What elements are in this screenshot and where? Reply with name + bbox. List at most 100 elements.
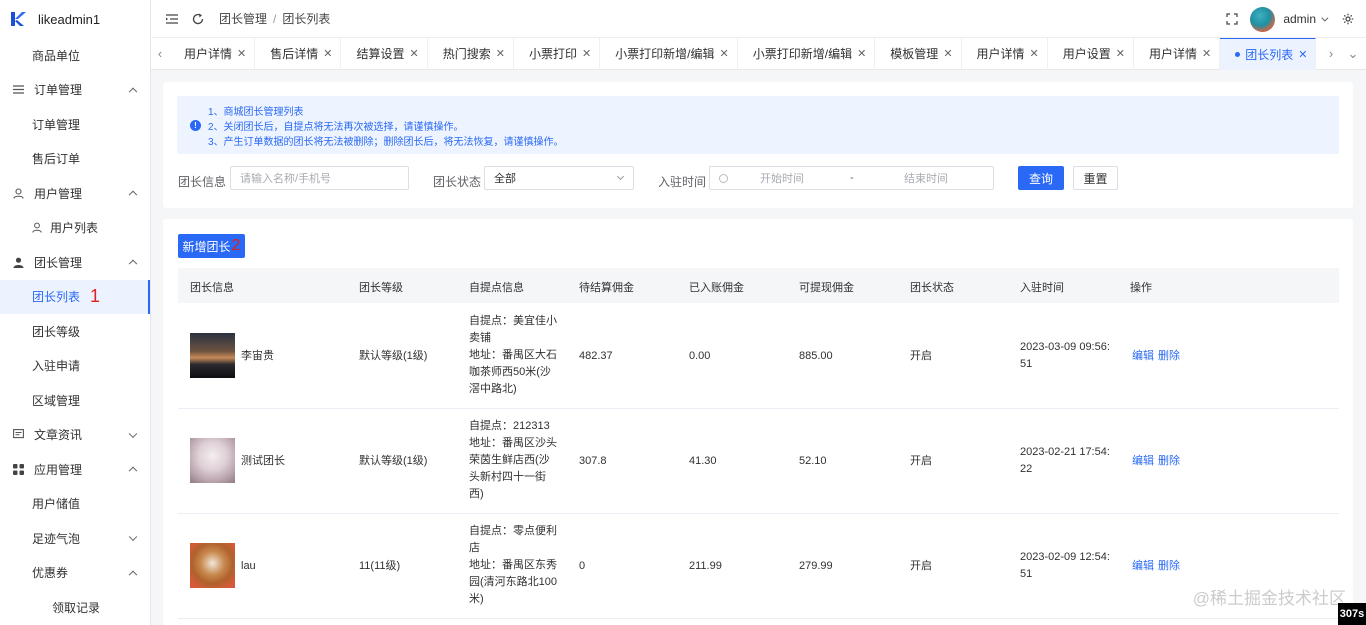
tab[interactable]: 小票打印新增/编辑 ✕ [738, 37, 876, 70]
close-icon[interactable]: ✕ [857, 47, 866, 60]
delete-link[interactable]: 删除 [1158, 558, 1180, 574]
tab[interactable]: 团长列表 ✕ [1220, 37, 1317, 70]
tab-label: 小票打印新增/编辑 [752, 47, 853, 61]
sidebar-item[interactable]: 订单管理 [0, 73, 150, 108]
sidebar-item[interactable]: 足迹气泡 [0, 521, 150, 556]
collapse-menu-icon[interactable] [165, 12, 179, 26]
sidebar-item-label: 用户管理 [34, 186, 83, 201]
close-icon[interactable]: ✕ [323, 47, 332, 60]
leader-status-select[interactable]: 全部 [484, 166, 634, 190]
date-start[interactable]: 开始时间 [760, 170, 804, 186]
pickup-info-line: 头新村四十一街 [469, 471, 546, 483]
close-icon[interactable]: ✕ [1202, 47, 1211, 60]
chevron-up-icon [128, 466, 138, 476]
withdrawable-commission: 52.10 [799, 455, 827, 467]
pickup-info-line: 米) [469, 593, 484, 605]
refresh-icon[interactable] [191, 12, 205, 26]
tabs-menu-chevron-icon[interactable]: ⌄ [1340, 38, 1366, 70]
breadcrumb-item[interactable]: 团长管理 [219, 12, 267, 26]
sidebar-item[interactable]: 应用管理 [0, 452, 150, 487]
column-header: 操作 [1130, 282, 1152, 294]
withdrawable-commission: 279.99 [799, 560, 833, 572]
leader-name: lau [241, 560, 256, 572]
close-icon[interactable]: ✕ [943, 47, 952, 60]
corner-badge: 307s [1338, 603, 1366, 625]
chevron-up-icon [128, 570, 138, 579]
close-icon[interactable]: ✕ [1298, 48, 1307, 61]
notice-line: 1、商城团长管理列表 [208, 107, 304, 118]
sidebar-menu: 商品单位 订单管理 订单管理 售后订单 用户管理 用户列表 团长管理 团长列表 1 团长等级 入驻申… [0, 38, 150, 625]
sidebar-item[interactable]: 区域管理 [0, 383, 150, 418]
sidebar-item[interactable]: 领取记录 [0, 590, 150, 625]
avatar[interactable] [1250, 6, 1276, 32]
leader-info-input[interactable]: 请输入名称/手机号 [230, 166, 409, 190]
sidebar-item[interactable]: 优惠券 [0, 556, 150, 591]
tab-label: 用户设置 [1062, 47, 1111, 61]
edit-link[interactable]: 编辑 [1132, 558, 1154, 574]
edit-link[interactable]: 编辑 [1132, 348, 1154, 364]
join-time: 2023-03-09 09:56: [1020, 341, 1110, 353]
leader-name: 测试团长 [241, 455, 285, 467]
user-name[interactable]: admin [1283, 12, 1316, 26]
edit-link[interactable]: 编辑 [1132, 453, 1154, 469]
tab[interactable]: 用户详情 ✕ [962, 37, 1048, 70]
user-icon [12, 187, 24, 199]
sidebar-item[interactable]: 用户列表 [0, 211, 150, 246]
sidebar-item[interactable]: 订单管理 [0, 107, 150, 142]
app-name: likeadmin1 [38, 11, 101, 27]
tab[interactable]: 小票打印 ✕ [514, 37, 601, 70]
close-icon[interactable]: ✕ [582, 47, 591, 60]
sidebar-item-label: 用户列表 [50, 221, 99, 236]
add-leader-button[interactable]: 新增团长 2 [178, 234, 245, 258]
column-header: 入驻时间 [1020, 282, 1064, 294]
sidebar-item-label: 商品单位 [32, 48, 81, 63]
tabs-scroll-right-icon[interactable]: › [1322, 38, 1340, 70]
tab[interactable]: 用户详情 ✕ [1134, 37, 1221, 70]
sidebar-item[interactable]: 团长列表 1 [0, 279, 150, 314]
tab-label: 团长列表 [1245, 47, 1294, 62]
sidebar-item[interactable]: 售后订单 [0, 142, 150, 177]
sidebar-item[interactable]: 文章资讯 [0, 418, 150, 453]
delete-link[interactable]: 删除 [1158, 348, 1180, 364]
tabs-scroll-left-icon[interactable]: ‹ [151, 38, 169, 70]
join-time-range[interactable]: 开始时间 - 结束时间 [709, 166, 994, 190]
sidebar-item[interactable]: 团长等级 [0, 314, 150, 349]
chevron-down-icon[interactable] [1321, 14, 1329, 22]
leader-avatar [190, 438, 235, 483]
table-row: 李宙贵 默认等级(1级) 自提点：美宜佳小 卖铺 地址：番禺区大石 咖茶师西50米(沙 滘中… [178, 303, 1339, 409]
date-end[interactable]: 结束时间 [904, 170, 948, 186]
tab[interactable]: 小票打印新增/编辑 ✕ [600, 37, 738, 70]
table-card: 新增团长 2 团长信息 团长等级 自提点信息 待结算佣金 已入账佣金 可提现佣金 团长状态 入驻… [163, 219, 1353, 625]
close-icon[interactable]: ✕ [1116, 47, 1125, 60]
sidebar-item[interactable]: 团长管理 [0, 245, 150, 280]
tab[interactable]: 用户详情 ✕ [169, 37, 256, 70]
sidebar-item[interactable]: 商品单位 [0, 38, 150, 73]
leader-avatar [190, 333, 235, 378]
query-button[interactable]: 查询 [1018, 166, 1064, 190]
sidebar-item[interactable]: 入驻申请 [0, 349, 150, 384]
filter-card: ! 1、商城团长管理列表 2、关闭团长后，自提点将无法再次被选择，请谨慎操作。 … [163, 82, 1353, 208]
sidebar-item-label: 足迹气泡 [32, 531, 81, 546]
tab-label: 售后详情 [270, 47, 319, 61]
delete-link[interactable]: 删除 [1158, 453, 1180, 469]
tab[interactable]: 用户设置 ✕ [1048, 37, 1134, 70]
tab[interactable]: 热门搜索 ✕ [428, 37, 514, 70]
close-icon[interactable]: ✕ [1030, 47, 1039, 60]
tab[interactable]: 结算设置 ✕ [341, 37, 428, 70]
close-icon[interactable]: ✕ [720, 47, 729, 60]
gear-icon[interactable] [1342, 13, 1354, 25]
sidebar-item[interactable]: 用户管理 [0, 176, 150, 211]
watermark: @稀土掘金技术社区 [1192, 589, 1346, 608]
tab[interactable]: 售后详情 ✕ [255, 37, 342, 70]
sidebar-item[interactable]: 用户储值 [0, 487, 150, 522]
top-header: 团长管理 / 团长列表 admin [151, 0, 1366, 38]
fullscreen-icon[interactable] [1226, 13, 1238, 25]
close-icon[interactable]: ✕ [409, 47, 418, 60]
reset-button[interactable]: 重置 [1073, 166, 1118, 190]
column-header: 已入账佣金 [689, 282, 744, 294]
close-icon[interactable]: ✕ [496, 47, 505, 60]
annotation-mark: 1 [90, 286, 101, 307]
close-icon[interactable]: ✕ [237, 47, 246, 60]
pickup-info-line: 滘中路北) [469, 383, 517, 395]
tab[interactable]: 模板管理 ✕ [875, 37, 962, 70]
